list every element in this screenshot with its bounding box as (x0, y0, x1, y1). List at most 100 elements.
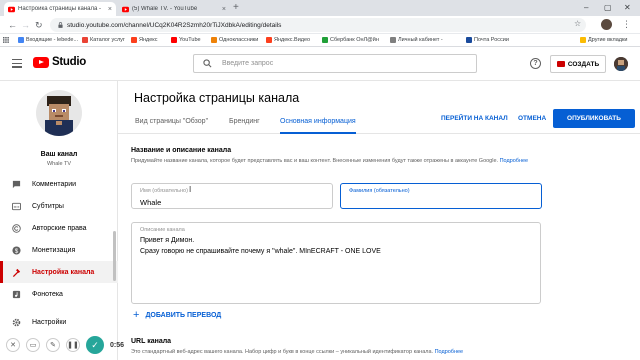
browser-tab-strip: Настройка страницы канала - × (5) Whale … (0, 0, 640, 16)
url-learn-more-link[interactable]: Подробнее (435, 349, 464, 355)
russian-post-icon (466, 37, 472, 43)
sidebar-item-copyright[interactable]: Авторские права (0, 217, 118, 239)
tab-branding[interactable]: Брендинг (229, 118, 260, 125)
browser-tab-label: Настройка страницы канала - (18, 6, 101, 12)
sidebar-item-subtitles[interactable]: Субтитры (0, 195, 118, 217)
audio-library-icon (12, 290, 21, 298)
add-translation-button[interactable]: + ДОБАВИТЬ ПЕРЕВОД (133, 309, 221, 321)
youtube-studio-favicon-icon (8, 6, 15, 12)
first-name-field[interactable]: Имя (обязательно) Whale (131, 183, 333, 209)
learn-more-link[interactable]: Подробнее (500, 158, 529, 164)
studio-header: Studio Введите запрос ? СОЗДАТЬ (0, 47, 640, 81)
bookmark-item[interactable]: Сбербанк ОнЛ@йн (322, 37, 379, 43)
bookmark-star-icon[interactable]: ☆ (574, 19, 581, 28)
camera-icon[interactable]: ▭ (26, 338, 40, 352)
bookmark-item[interactable]: Яндекс.Видео (266, 37, 310, 43)
sidebar-item-settings[interactable]: Настройки (0, 311, 118, 333)
youtube-play-icon (33, 56, 49, 68)
recorder-toolbar: ✕ ▭ ✎ ❚❚ ✓ 0:56 (6, 336, 124, 354)
checkmark-icon[interactable]: ✓ (86, 336, 104, 354)
back-icon[interactable]: ← (8, 20, 17, 30)
odnoklassniki-icon (211, 37, 217, 43)
new-tab-button[interactable]: + (233, 2, 239, 14)
apps-icon[interactable] (3, 37, 9, 43)
close-icon[interactable]: ✕ (6, 338, 20, 352)
description-line: Сразу говорю не спрашивайте почему я "wh… (140, 248, 381, 255)
cancel-button[interactable]: ОТМЕНА (518, 115, 546, 122)
name-section-title: Название и описание канала (131, 147, 232, 154)
lock-icon (58, 22, 63, 28)
copyright-icon (12, 223, 21, 233)
sidebar-item-audio-library[interactable]: Фонотека (0, 283, 118, 305)
last-name-field[interactable]: Фамилия (обязательно) (340, 183, 542, 209)
page-title: Настройка страницы канала (134, 91, 300, 105)
pause-icon[interactable]: ❚❚ (66, 338, 80, 352)
pen-icon[interactable]: ✎ (46, 338, 60, 352)
last-name-label: Фамилия (обязательно) (349, 188, 410, 194)
name-section-description: Придумайте название канала, которое буде… (131, 158, 529, 164)
youtube-icon (171, 37, 177, 43)
plus-icon: + (133, 309, 140, 321)
channel-name: Whale TV (46, 161, 72, 167)
channel-description-field[interactable]: Описание канала Привет я Димон. Сразу го… (131, 222, 541, 304)
help-icon[interactable]: ? (530, 58, 541, 69)
reload-icon[interactable]: ↻ (35, 20, 43, 30)
publish-button[interactable]: ОПУБЛИКОВАТЬ (553, 109, 635, 128)
browser-tab-studio[interactable]: Настройка страницы канала - × (4, 2, 116, 16)
mail-icon (18, 37, 24, 43)
menu-icon[interactable] (12, 59, 22, 70)
url-section-description: Это стандартный веб-адрес вашего канала.… (131, 349, 464, 355)
yandex-video-icon (266, 37, 272, 43)
yandex-icon (131, 37, 137, 43)
svg-text:$: $ (15, 247, 19, 254)
address-bar-row: ← → ↻ studio.youtube.com/channel/UCq2K04… (0, 16, 640, 34)
sidebar-item-comments[interactable]: Комментарии (0, 173, 118, 195)
first-name-value: Whale (140, 198, 162, 207)
sidebar-scrollbar[interactable] (113, 231, 116, 281)
tab-basic-info[interactable]: Основная информация (280, 118, 356, 134)
sidebar: Ваш канал Whale TV Комментарии Субтитры … (0, 81, 118, 360)
bookmark-item[interactable]: Входящие - lebede... (18, 37, 78, 43)
close-tab-icon[interactable]: × (108, 6, 112, 13)
browser-tab-youtube[interactable]: (5) Whale TV. - YouTube × (118, 2, 230, 16)
youtube-favicon-icon (122, 6, 129, 12)
close-window-icon[interactable]: ✕ (624, 2, 631, 14)
recording-time: 0:56 (110, 341, 125, 349)
browser-tab-label: (5) Whale TV. - YouTube (132, 6, 198, 12)
maximize-icon[interactable]: ▢ (604, 2, 612, 14)
browser-menu-icon[interactable]: ⋮ (622, 19, 631, 29)
video-camera-icon (556, 61, 565, 67)
bookmark-item[interactable]: Яндекс (131, 37, 158, 43)
channel-title: Ваш канал (40, 151, 78, 158)
bookmark-item[interactable]: Одноклассники (211, 37, 258, 43)
url-section-title: URL канала (131, 338, 172, 345)
search-icon (203, 59, 212, 68)
create-button[interactable]: СОЗДАТЬ (550, 55, 606, 73)
sidebar-item-customization[interactable]: Настройка канала (0, 261, 118, 283)
minimize-icon[interactable]: – (584, 2, 588, 14)
text-cursor-icon: I (189, 185, 192, 194)
first-name-label: Имя (обязательно) (140, 188, 188, 194)
customization-icon (12, 268, 21, 277)
sidebar-item-monetization[interactable]: $ Монетизация (0, 239, 118, 261)
channel-avatar[interactable] (36, 90, 82, 136)
bookmark-item[interactable]: Почта России (466, 37, 509, 43)
go-to-channel-button[interactable]: ПЕРЕЙТИ НА КАНАЛ (441, 115, 508, 122)
account-avatar[interactable] (614, 57, 628, 71)
folder-icon (580, 37, 586, 43)
comment-icon (12, 180, 21, 188)
sberbank-icon (322, 37, 328, 43)
bookmark-item[interactable]: Каталог услуг (82, 37, 125, 43)
description-line: Привет я Димон. (140, 237, 195, 244)
bookmark-item[interactable]: YouTube (171, 37, 201, 43)
tab-layout[interactable]: Вид страницы "Обзор" (135, 118, 208, 125)
account-icon (390, 37, 396, 43)
bookmark-item[interactable]: Личный кабинет - (390, 37, 443, 43)
browser-profile-avatar[interactable] (601, 19, 612, 30)
close-tab-icon[interactable]: × (222, 6, 226, 13)
search-input[interactable]: Введите запрос (193, 54, 477, 73)
studio-logo[interactable]: Studio (33, 56, 86, 68)
bookmark-other[interactable]: Другие вкладки (580, 37, 627, 43)
forward-icon[interactable]: → (21, 20, 30, 30)
url-input[interactable]: studio.youtube.com/channel/UCq2K04R2Szmh… (50, 18, 586, 32)
